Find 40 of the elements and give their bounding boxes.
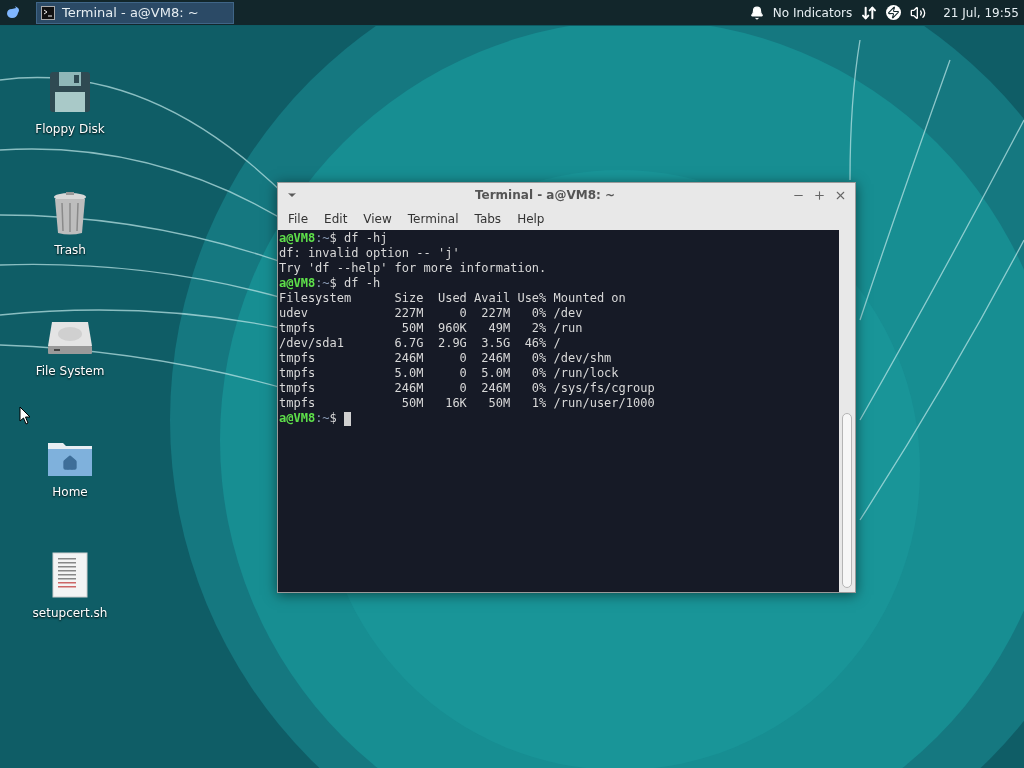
text-file-icon — [52, 552, 88, 598]
output-line: tmpfs 246M 0 246M 0% /dev/shm — [279, 351, 612, 366]
output-line: tmpfs 246M 0 246M 0% /sys/fs/cgroup — [279, 381, 655, 396]
menu-item[interactable]: Terminal — [399, 209, 467, 228]
output-line: udev 227M 0 227M 0% /dev — [279, 306, 583, 321]
maximize-icon[interactable] — [813, 188, 826, 202]
output-line: tmpfs 50M 960K 49M 2% /run — [279, 321, 583, 336]
window-title: Terminal - a@VM8: ~ — [473, 187, 617, 204]
desktop-icon-label[interactable]: Home — [52, 483, 88, 501]
taskbar-button[interactable]: Terminal - a@VM8: ~ — [36, 1, 234, 24]
volume-icon[interactable] — [910, 4, 927, 21]
menu-item[interactable]: File — [280, 209, 317, 228]
desktop-icon-label[interactable]: File System — [35, 362, 105, 380]
trash-icon — [52, 191, 88, 235]
output-line: tmpfs 50M 16K 50M 1% /run/user/1000 — [279, 396, 655, 411]
output-line: /dev/sda1 6.7G 2.9G 3.5G 46% / — [279, 336, 561, 351]
desktop-icon-label[interactable]: setupcert.sh — [32, 604, 108, 622]
bell-icon[interactable] — [749, 5, 764, 20]
clock[interactable]: 21 Jul, 19:55 — [943, 3, 1019, 22]
prompt-line: a@VM8:~$ — [279, 411, 337, 426]
scrollbar[interactable] — [839, 230, 855, 592]
power-icon[interactable] — [886, 5, 902, 20]
desktop-icon-label[interactable]: Floppy Disk — [35, 120, 105, 138]
indicator-label: No Indicators — [772, 4, 853, 22]
network-arrows-icon[interactable] — [861, 4, 878, 21]
output-line: Filesystem Size Used Avail Use% Mounted on — [279, 291, 626, 306]
menu-item[interactable]: Tabs — [466, 209, 510, 228]
menu-item[interactable]: View — [355, 209, 400, 228]
desktop-icon-label[interactable]: Trash — [54, 241, 86, 259]
hard-drive-icon — [46, 320, 94, 356]
menu-item[interactable]: Help — [509, 209, 553, 228]
menu-item[interactable]: Edit — [316, 209, 356, 228]
output-line: tmpfs 5.0M 0 5.0M 0% /run/lock — [279, 366, 619, 381]
scrollbar-thumb[interactable] — [842, 413, 852, 588]
prompt-line: a@VM8:~$ df -hj — [279, 231, 388, 246]
output-line: Try 'df --help' for more information. — [279, 261, 547, 276]
mouse-pointer-icon — [19, 406, 31, 425]
terminal-icon — [41, 5, 55, 20]
prompt-line: a@VM8:~$ df -h — [279, 276, 381, 291]
output-line: df: invalid option -- 'j' — [279, 246, 460, 261]
